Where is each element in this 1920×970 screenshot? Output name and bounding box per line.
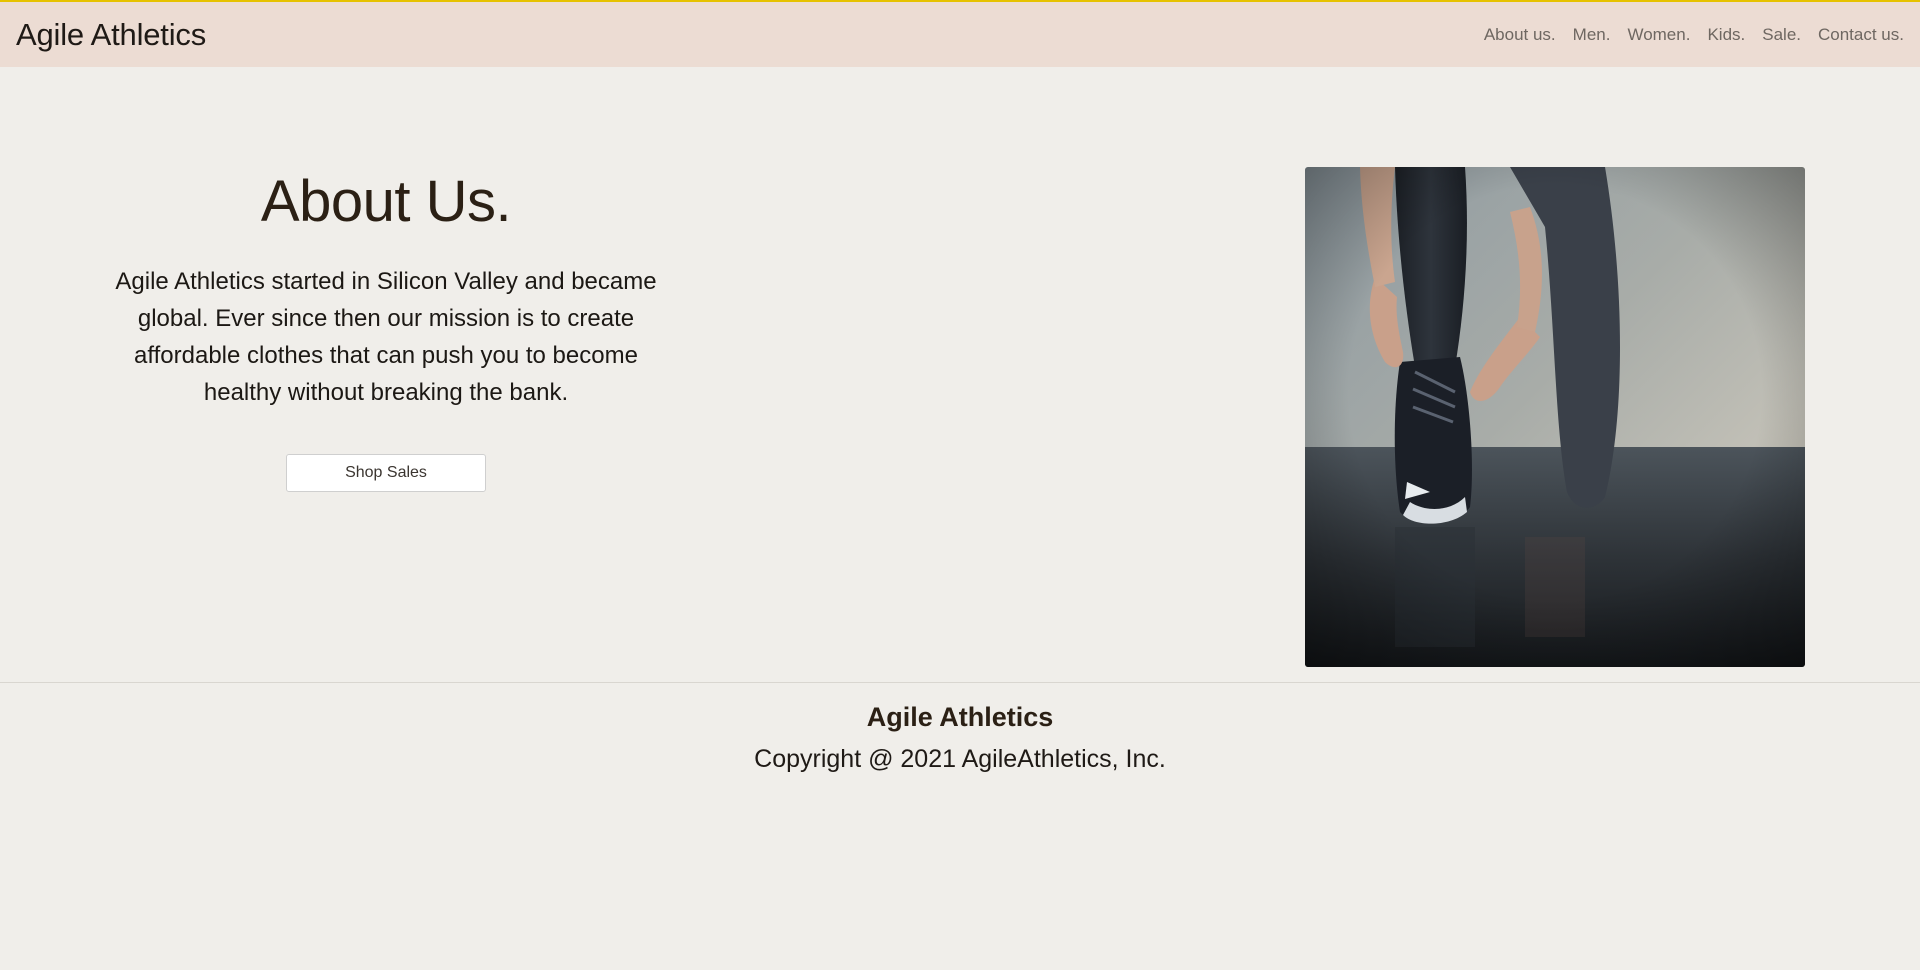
page-title: About Us.	[260, 169, 512, 234]
nav-men[interactable]: Men.	[1573, 25, 1611, 45]
nav-women[interactable]: Women.	[1627, 25, 1690, 45]
runner-tying-shoe-image	[1305, 167, 1805, 667]
main-nav: About us. Men. Women. Kids. Sale. Contac…	[1484, 25, 1904, 45]
main-content: About Us. Agile Athletics started in Sil…	[0, 67, 1920, 682]
nav-kids[interactable]: Kids.	[1707, 25, 1745, 45]
site-header: Agile Athletics About us. Men. Women. Ki…	[0, 2, 1920, 67]
nav-contact[interactable]: Contact us.	[1818, 25, 1904, 45]
about-section: About Us. Agile Athletics started in Sil…	[110, 167, 662, 492]
shop-sales-button[interactable]: Shop Sales	[286, 454, 486, 492]
site-brand[interactable]: Agile Athletics	[16, 17, 206, 53]
hero-image	[1305, 167, 1805, 667]
nav-sale[interactable]: Sale.	[1762, 25, 1801, 45]
site-footer: Agile Athletics Copyright @ 2021 AgileAt…	[0, 683, 1920, 776]
nav-about[interactable]: About us.	[1484, 25, 1556, 45]
about-description: Agile Athletics started in Silicon Valle…	[115, 268, 657, 406]
footer-copyright: Copyright @ 2021 AgileAthletics, Inc.	[754, 745, 1166, 773]
footer-brand: Agile Athletics	[866, 702, 1054, 732]
